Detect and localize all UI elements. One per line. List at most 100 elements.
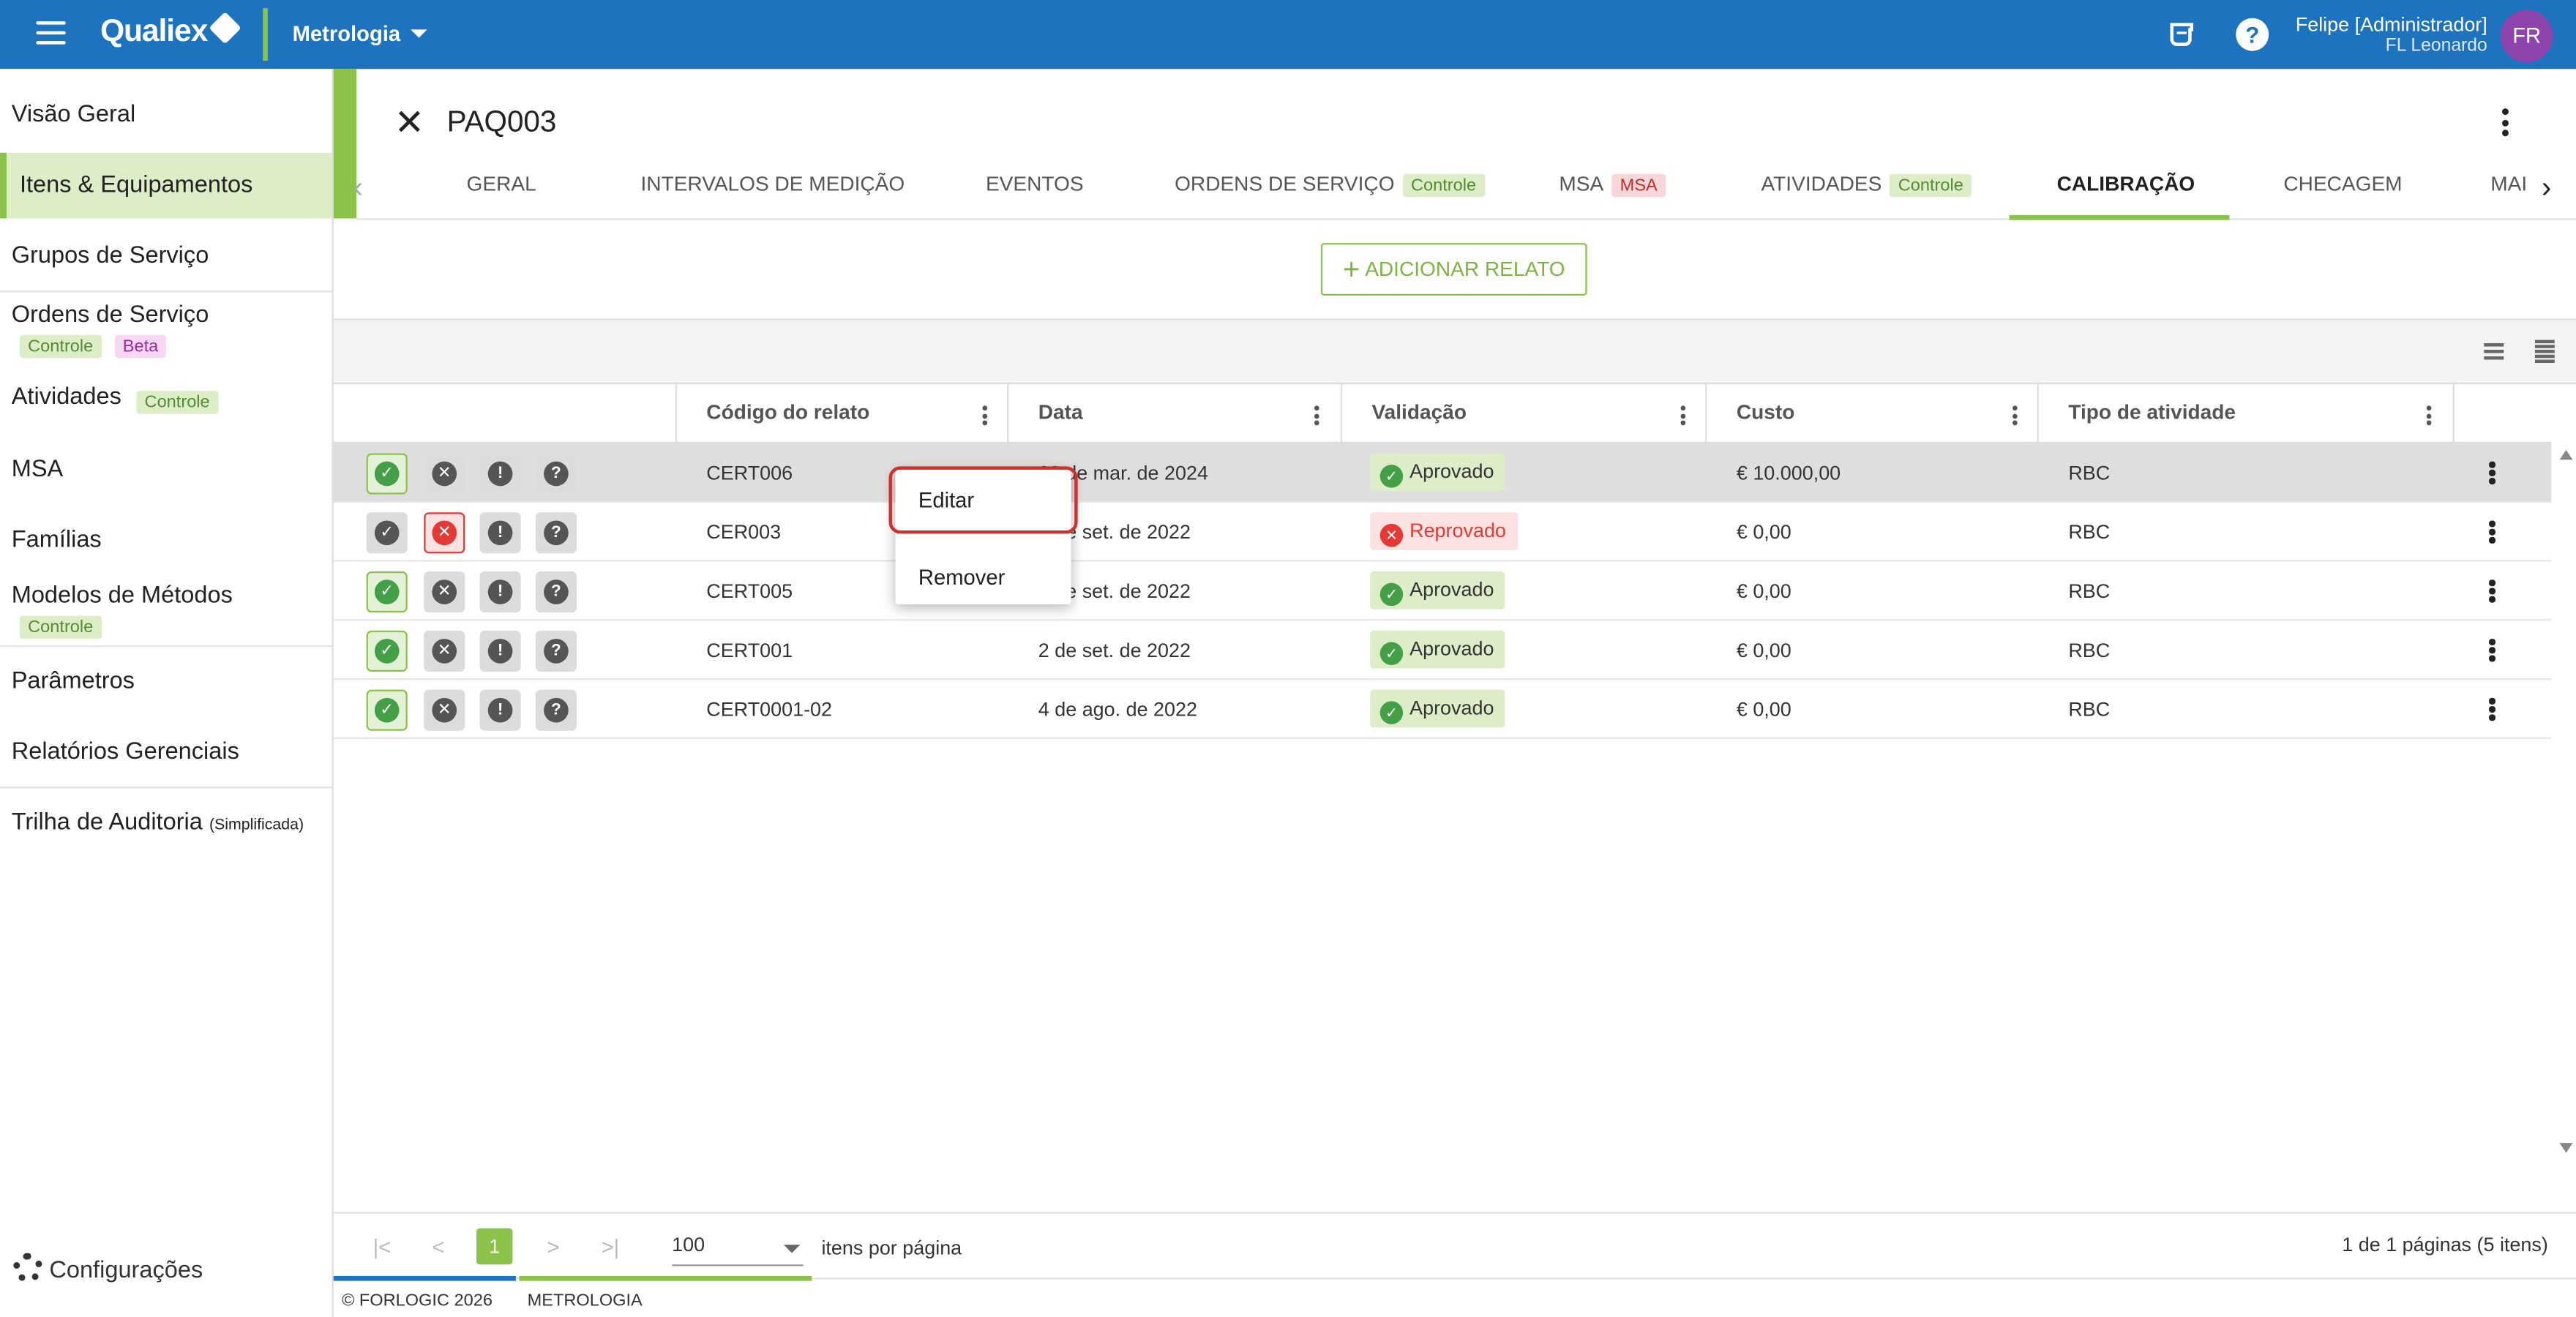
unknown-toggle[interactable]: ? [535,630,577,672]
approve-toggle[interactable]: ✓ [366,630,408,672]
next-page-button[interactable]: > [547,1235,560,1260]
approve-toggle[interactable]: ✓ [366,453,408,495]
density-compact-icon[interactable] [2484,343,2504,363]
last-page-button[interactable]: >| [602,1235,620,1260]
column-header-data[interactable]: Data [1007,384,1341,443]
tab-msa[interactable]: MSA MSA [1559,173,1666,198]
column-menu-icon[interactable] [2426,405,2433,427]
row-menu-icon[interactable] [2489,697,2496,723]
current-page-button[interactable]: 1 [476,1228,513,1265]
row-menu-icon[interactable] [2489,461,2496,487]
unknown-toggle[interactable]: ? [535,571,577,613]
controle-chip: Controle [19,334,102,359]
tab-label: ORDENS DE SERVIÇO [1175,172,1395,196]
column-header-custo[interactable]: Custo [1705,384,2037,443]
reject-toggle[interactable]: ✕ [424,453,465,495]
sidebar-item-grupos-de-servico[interactable]: Grupos de Serviço [0,243,332,279]
sidebar-item-label: Atividades [11,384,121,411]
column-header-codigo[interactable]: Código do relato [675,384,1007,443]
approve-toggle[interactable]: ✓ [366,689,408,731]
warning-toggle[interactable]: ! [479,453,521,495]
brand-logo[interactable]: Qualiex [100,11,242,50]
sidebar-item-itens-equipamentos[interactable]: Itens & Equipamentos [0,152,332,219]
question-icon: ? [544,697,569,723]
first-page-button[interactable]: |< [373,1235,392,1260]
more-options-icon[interactable] [2501,108,2509,140]
module-selector[interactable]: Metrologia [293,21,427,46]
tab-checagem[interactable]: CHECAGEM [2283,173,2402,195]
copyright: © FORLOGIC 2026 [341,1291,493,1311]
unknown-toggle[interactable]: ? [535,512,577,554]
table-row[interactable]: ✓ ✕ ! ? CERT006 28 de mar. de 2024 ✓ Apro… [333,443,2552,503]
tab-scroll-right-icon[interactable]: › [2542,170,2551,205]
module-name: Metrologia [292,21,401,46]
scroll-up-icon[interactable] [2559,449,2573,460]
hamburger-menu-icon[interactable] [36,21,66,48]
row-menu-icon[interactable] [2489,579,2496,604]
reject-toggle[interactable]: ✕ [424,512,465,554]
tab-geral[interactable]: GERAL [467,173,536,195]
row-menu-icon[interactable] [2489,520,2496,545]
column-menu-icon[interactable] [982,405,989,427]
warning-toggle[interactable]: ! [479,512,521,554]
page-title: PAQ003 [446,105,557,138]
column-menu-icon[interactable] [1680,405,1688,427]
report-code: CER003 [706,520,782,544]
sidebar-item-label: Visão Geral [11,102,136,129]
reject-toggle[interactable]: ✕ [424,630,465,672]
column-menu-icon[interactable] [2012,405,2019,427]
column-menu-icon[interactable] [1314,405,1321,427]
help-icon[interactable]: ? [2236,18,2269,51]
settings-label: Configurações [49,1258,203,1285]
table-row[interactable]: ✓ ✕ ! ? CER003 2 de set. de 2022 ✕ Reprov… [333,503,2552,562]
close-icon[interactable]: ✕ [394,102,424,144]
add-report-button[interactable]: + ADICIONAR RELATO [1320,243,1587,296]
sidebar-item-visao-geral[interactable]: Visão Geral [0,102,332,138]
sidebar-item-trilha-de-auditoria[interactable]: Trilha de Auditoria (Simplificada) [0,809,332,845]
column-header-validacao[interactable]: Validação [1340,384,1705,443]
prev-page-button[interactable]: < [432,1235,444,1260]
remove-menu-item[interactable]: Remover [918,565,1005,590]
sidebar-item-parametros[interactable]: Parâmetros [0,668,332,704]
row-menu-icon[interactable] [2489,639,2496,664]
settings-link[interactable]: Configurações [12,1253,203,1285]
page-size-select[interactable]: 100 [672,1227,804,1267]
check-icon: ✓ [1379,642,1404,665]
tab-eventos[interactable]: EVENTOS [986,173,1084,195]
tab-calibracao[interactable]: CALIBRAÇÃO [2057,173,2195,195]
controle-chip: Controle [136,391,218,414]
table-row[interactable]: ✓ ✕ ! ? CERT0001-02 4 de ago. de 2022 ✓ A… [333,680,2552,739]
avatar[interactable]: FR [2500,10,2553,63]
column-header-tipo[interactable]: Tipo de atividade [2037,384,2453,443]
tab-mai[interactable]: MAI [2490,173,2526,195]
sidebar-item-label: Grupos de Serviço [11,243,209,270]
coffee-cup-icon[interactable] [2167,18,2200,51]
sidebar-item-modelos-de-metodos[interactable]: Modelos de Métodos Controle [0,583,332,649]
density-standard-icon[interactable] [2534,339,2555,367]
reject-toggle[interactable]: ✕ [424,689,465,731]
warning-toggle[interactable]: ! [479,630,521,672]
user-company: FL Leonardo [2385,36,2487,56]
approve-toggle[interactable]: ✓ [366,512,408,554]
sidebar-item-atividades[interactable]: Atividades Controle [0,384,332,420]
table-row[interactable]: ✓ ✕ ! ? CERT005 2 de set. de 2022 ✓ Aprov… [333,562,2552,621]
sidebar-item-familias[interactable]: Famílias [0,527,332,563]
warning-toggle[interactable]: ! [479,689,521,731]
sidebar-item-ordens-de-servico[interactable]: Ordens de Serviço Controle Beta [0,302,332,368]
tab-atividades[interactable]: ATIVIDADES Controle [1761,173,1972,198]
scroll-down-icon[interactable] [2559,1143,2573,1153]
unknown-toggle[interactable]: ? [535,689,577,731]
tab-ordens-de-servico[interactable]: ORDENS DE SERVIÇO Controle [1175,172,1485,198]
tab-intervalos-de-medicao[interactable]: INTERVALOS DE MEDIÇÃO [641,173,905,195]
warning-toggle[interactable]: ! [479,571,521,613]
table-row[interactable]: ✓ ✕ ! ? CERT001 2 de set. de 2022 ✓ Aprov… [333,620,2552,680]
tab-scroll-left-icon[interactable]: ‹ [353,170,363,205]
approve-toggle[interactable]: ✓ [366,571,408,613]
user-info[interactable]: Felipe [Administrador] FL Leonardo [2296,13,2487,56]
sidebar-item-relatorios-gerenciais[interactable]: Relatórios Gerenciais [0,739,332,775]
reject-toggle[interactable]: ✕ [424,571,465,613]
check-icon: ✓ [374,579,400,604]
unknown-toggle[interactable]: ? [535,453,577,495]
sidebar-item-msa[interactable]: MSA [0,457,332,492]
vertical-scrollbar[interactable] [2555,443,2576,1160]
